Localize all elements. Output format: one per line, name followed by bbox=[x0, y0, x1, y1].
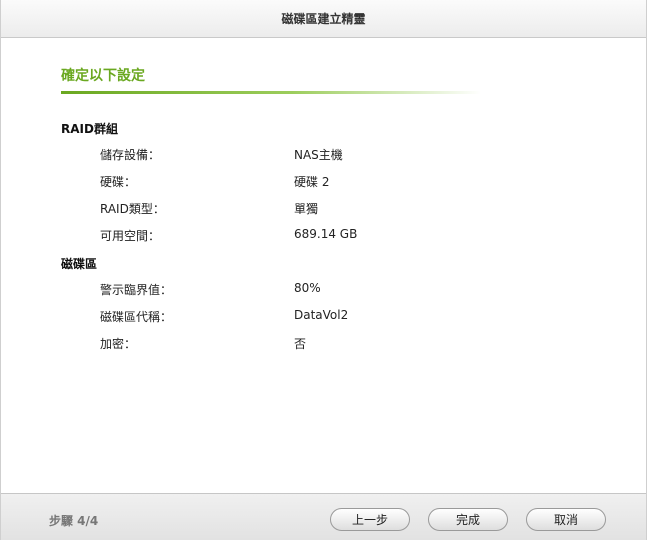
row-value: 80% bbox=[294, 281, 321, 295]
row-value: 否 bbox=[294, 337, 307, 351]
row-label: 警示臨界值： bbox=[100, 283, 173, 297]
summary-row-free-space: 可用空間： 689.14 GB bbox=[1, 227, 646, 247]
section-heading: 確定以下設定 bbox=[61, 68, 145, 84]
row-label: RAID類型： bbox=[100, 202, 165, 216]
wizard-footer: 步驟 4/4 上一步 完成 取消 bbox=[1, 493, 646, 540]
window-titlebar: 磁碟區建立精靈 bbox=[1, 0, 646, 38]
summary-row-disk: 硬碟： 硬碟 2 bbox=[1, 173, 646, 193]
row-label: 儲存設備： bbox=[100, 148, 161, 162]
summary-row-threshold: 警示臨界值： 80% bbox=[1, 281, 646, 301]
finish-button[interactable]: 完成 bbox=[428, 508, 508, 531]
volume-wizard-window: 磁碟區建立精靈 確定以下設定 RAID群組 儲存設備： NAS主機 硬碟： 硬碟… bbox=[0, 0, 647, 540]
summary-row-alias: 磁碟區代稱： DataVol2 bbox=[1, 308, 646, 328]
step-indicator: 步驟 4/4 bbox=[49, 514, 99, 528]
row-value: 硬碟 2 bbox=[294, 175, 330, 189]
raid-group-title: RAID群組 bbox=[61, 122, 118, 136]
row-label: 硬碟： bbox=[100, 175, 137, 189]
row-value: 689.14 GB bbox=[294, 227, 358, 241]
back-button[interactable]: 上一步 bbox=[330, 508, 410, 531]
row-label: 可用空間： bbox=[100, 229, 161, 243]
cancel-button[interactable]: 取消 bbox=[526, 508, 606, 531]
row-label: 磁碟區代稱： bbox=[100, 310, 173, 324]
row-label: 加密： bbox=[100, 337, 137, 351]
row-value: 單獨 bbox=[294, 202, 319, 216]
heading-divider bbox=[61, 91, 481, 94]
row-value: DataVol2 bbox=[294, 308, 349, 322]
summary-row-encryption: 加密： 否 bbox=[1, 335, 646, 355]
volume-group-title: 磁碟區 bbox=[61, 257, 98, 271]
window-title: 磁碟區建立精靈 bbox=[281, 12, 366, 26]
summary-row-raid-type: RAID類型： 單獨 bbox=[1, 200, 646, 220]
summary-row-storage: 儲存設備： NAS主機 bbox=[1, 146, 646, 166]
row-value: NAS主機 bbox=[294, 148, 343, 162]
